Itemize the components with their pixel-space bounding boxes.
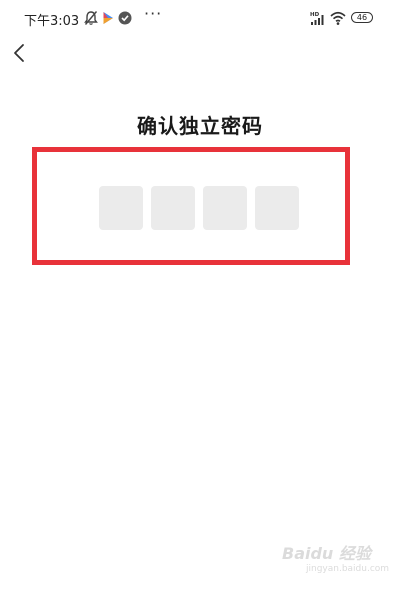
status-time: 下午3:03 bbox=[24, 14, 80, 29]
baidu-jingyan-watermark: Baidu 经验 jingyan.baidu.com bbox=[282, 540, 389, 580]
battery-icon: 46 bbox=[351, 12, 373, 23]
page-title: 确认独立密码 bbox=[137, 114, 263, 138]
svg-text:HD: HD bbox=[310, 12, 320, 18]
pin-digit-box-2[interactable] bbox=[151, 186, 195, 230]
wifi-icon bbox=[330, 11, 346, 25]
battery-level: 46 bbox=[356, 13, 368, 22]
pin-digit-box-4[interactable] bbox=[255, 186, 299, 230]
play-app-icon bbox=[103, 12, 113, 24]
watermark-brand: Baidu 经验 bbox=[282, 544, 371, 563]
more-notifications-dots: ··· bbox=[144, 4, 163, 23]
hd-signal-icon: HD bbox=[310, 12, 324, 25]
pin-digit-box-1[interactable] bbox=[99, 186, 143, 230]
pin-digit-box-3[interactable] bbox=[203, 186, 247, 230]
chevron-left-icon bbox=[14, 44, 24, 62]
screen: 下午3:03 ··· HD 46 确认独立密码 Baidu 经验 jingyan… bbox=[0, 0, 400, 589]
check-badge-icon bbox=[118, 11, 132, 25]
back-button[interactable] bbox=[8, 40, 32, 66]
alarm-off-icon bbox=[84, 11, 98, 25]
watermark-url: jingyan.baidu.com bbox=[306, 564, 390, 574]
status-bar: 下午3:03 ··· HD 46 bbox=[0, 0, 400, 36]
pin-input[interactable] bbox=[99, 186, 299, 230]
